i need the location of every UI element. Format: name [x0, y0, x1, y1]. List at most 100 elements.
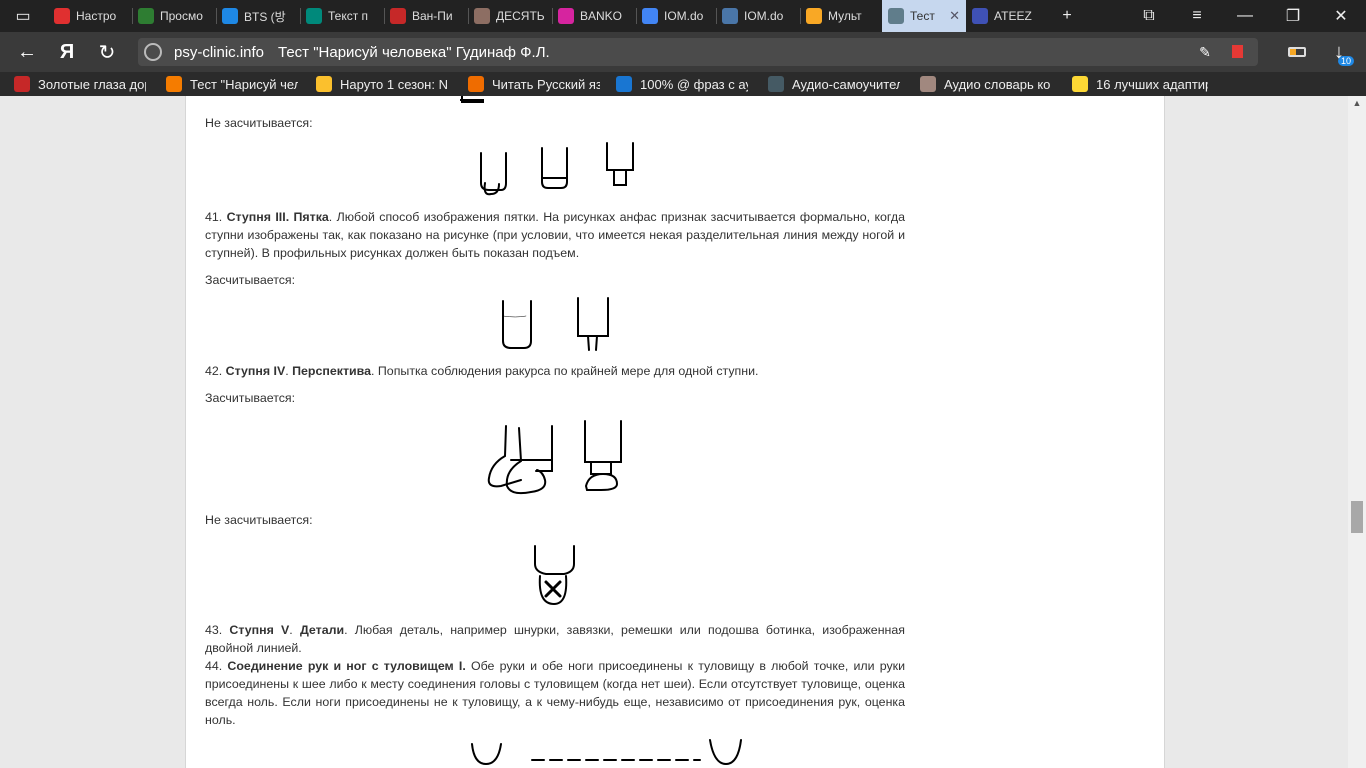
- tab-2[interactable]: BTS (방: [216, 0, 300, 32]
- tab-label: Мульт: [828, 9, 862, 23]
- scroll-up-arrow-icon[interactable]: ▲: [1350, 98, 1364, 110]
- minimize-button[interactable]: —: [1222, 0, 1268, 32]
- tab-6[interactable]: BANKO: [552, 0, 636, 32]
- battery-icon[interactable]: [1288, 47, 1306, 57]
- figure-top-fragment: [460, 96, 484, 103]
- figure-limbs-connection: [471, 739, 742, 766]
- reader-mode-icon[interactable]: ✎: [1188, 36, 1222, 68]
- vk-icon: [722, 8, 738, 24]
- bookmark-item[interactable]: 100% @ фраз с ау: [616, 74, 748, 94]
- reload-button[interactable]: ↻: [90, 36, 124, 68]
- new-tab-button[interactable]: +: [1044, 0, 1090, 32]
- bookmark-label: Наруто 1 сезон: Na: [340, 76, 448, 92]
- item-41: 41. Ступня III. Пятка. Любой способ изоб…: [205, 210, 906, 260]
- tab-label: Просмо: [160, 9, 203, 23]
- site-info-icon[interactable]: [144, 43, 162, 61]
- bookmark-label: Аудио-самоучител: [792, 76, 900, 92]
- tab-separator: [800, 8, 801, 24]
- bookmark-label: 100% @ фраз с ау: [640, 76, 748, 92]
- tab-label: Текст п: [328, 9, 369, 23]
- bookmark-flag-icon[interactable]: [1232, 45, 1243, 58]
- close-window-button[interactable]: ✕: [1318, 0, 1364, 32]
- tab-close-icon[interactable]: ✕: [949, 8, 960, 24]
- bookmark-item[interactable]: Аудио-самоучител: [768, 74, 900, 94]
- pause-icon: [474, 8, 490, 24]
- bookmark-favicon-icon: [14, 76, 30, 92]
- bookmark-item[interactable]: Золотые глаза дор: [14, 74, 146, 94]
- tab-separator: [636, 8, 637, 24]
- scrollbar-thumb[interactable]: [1351, 501, 1363, 533]
- bookmark-item[interactable]: 16 лучших адаптир: [1072, 74, 1208, 94]
- bookmark-item[interactable]: Наруто 1 сезон: Na: [316, 74, 448, 94]
- bookmark-item[interactable]: Тест "Нарисуй чел: [166, 74, 298, 94]
- bookmark-favicon-icon: [920, 76, 936, 92]
- tab-0[interactable]: Настро: [48, 0, 132, 32]
- google-docs-icon: [642, 8, 658, 24]
- tab-label: Тест: [910, 9, 935, 23]
- back-button[interactable]: ←: [10, 36, 44, 68]
- tab-9[interactable]: Мульт: [800, 0, 884, 32]
- tab-1[interactable]: Просмо: [132, 0, 216, 32]
- yandex-logo-icon[interactable]: Я: [50, 36, 84, 68]
- menu-icon[interactable]: ≡: [1174, 0, 1220, 32]
- tab-separator: [216, 8, 217, 24]
- tab-5[interactable]: ДЕСЯТЬ: [468, 0, 552, 32]
- tab-label: Настро: [76, 9, 117, 23]
- tab-10[interactable]: Тест ✕: [882, 0, 966, 32]
- figure-heel-not-counted: [480, 142, 634, 196]
- fs-icon: [138, 8, 154, 24]
- bookmark-favicon-icon: [468, 76, 484, 92]
- tab-panel-icon[interactable]: ▭: [0, 0, 46, 32]
- address-domain: psy-clinic.info: [174, 44, 265, 61]
- bookmark-item[interactable]: Аудио словарь ко: [920, 74, 1052, 94]
- tab-label: IOM.do: [744, 9, 784, 23]
- tab-separator: [716, 8, 717, 24]
- pause-icon: [972, 8, 988, 24]
- yandex-icon: [54, 8, 70, 24]
- tab-label: Ван-Пи: [412, 9, 453, 23]
- label-not-counted: Не засчитывается:: [205, 116, 313, 130]
- item-44: 44. Соединение рук и ног с туловищем I. …: [205, 659, 905, 727]
- item-41-heading: Ступня III. Пятка: [226, 210, 329, 224]
- label-counted-2: Засчитывается:: [205, 391, 296, 405]
- tab-separator: [300, 8, 301, 24]
- tab-3[interactable]: Текст п: [300, 0, 384, 32]
- label-not-counted-2: Не засчитывается:: [205, 513, 313, 527]
- doc-icon: [306, 8, 322, 24]
- restore-button[interactable]: ❐: [1270, 0, 1316, 32]
- tab-7[interactable]: IOM.do: [636, 0, 720, 32]
- figure-heel-counted: [502, 297, 609, 351]
- bookmark-label: Тест "Нарисуй чел: [190, 76, 298, 92]
- vertical-scrollbar[interactable]: [1348, 96, 1366, 768]
- item-42: 42. Ступня IV. Перспектива. Попытка собл…: [205, 364, 759, 378]
- bookmark-label: Аудио словарь ко: [944, 76, 1051, 92]
- cartoon-icon: [806, 8, 822, 24]
- bookmark-label: Золотые глаза дор: [38, 76, 146, 92]
- tab-4[interactable]: Ван-Пи: [384, 0, 468, 32]
- bookmark-favicon-icon: [316, 76, 332, 92]
- tab-label: ATEEZ: [994, 9, 1032, 23]
- bookmark-label: Читать Русский язы: [492, 76, 600, 92]
- label-counted: Засчитывается:: [205, 273, 296, 287]
- tab-11[interactable]: ATEEZ: [966, 0, 1050, 32]
- bookmark-favicon-icon: [166, 76, 182, 92]
- figure-perspective-not-counted: [534, 545, 575, 606]
- bookmark-favicon-icon: [616, 76, 632, 92]
- item-43: 43. Ступня V. Детали. Любая деталь, напр…: [205, 623, 905, 655]
- page-icon: [888, 8, 904, 24]
- tab-label: BTS (방: [244, 9, 286, 24]
- red-circle-icon: [390, 8, 406, 24]
- tab-separator: [384, 8, 385, 24]
- bookmark-favicon-icon: [1072, 76, 1088, 92]
- tab-label: BANKO: [580, 9, 623, 23]
- downloads-badge: 10: [1338, 56, 1355, 66]
- figure-perspective-counted: [487, 420, 622, 495]
- tab-separator: [132, 8, 133, 24]
- tab-label: IOM.do: [664, 9, 704, 23]
- bookmark-label: 16 лучших адаптир: [1096, 76, 1208, 92]
- collections-icon[interactable]: ⧉: [1126, 0, 1172, 32]
- bookmark-item[interactable]: Читать Русский язы: [468, 74, 600, 94]
- tab-separator: [552, 8, 553, 24]
- tab-8[interactable]: IOM.do: [716, 0, 800, 32]
- address-page-title: Тест "Нарисуй человека" Гудинаф Ф.Л.: [278, 44, 550, 61]
